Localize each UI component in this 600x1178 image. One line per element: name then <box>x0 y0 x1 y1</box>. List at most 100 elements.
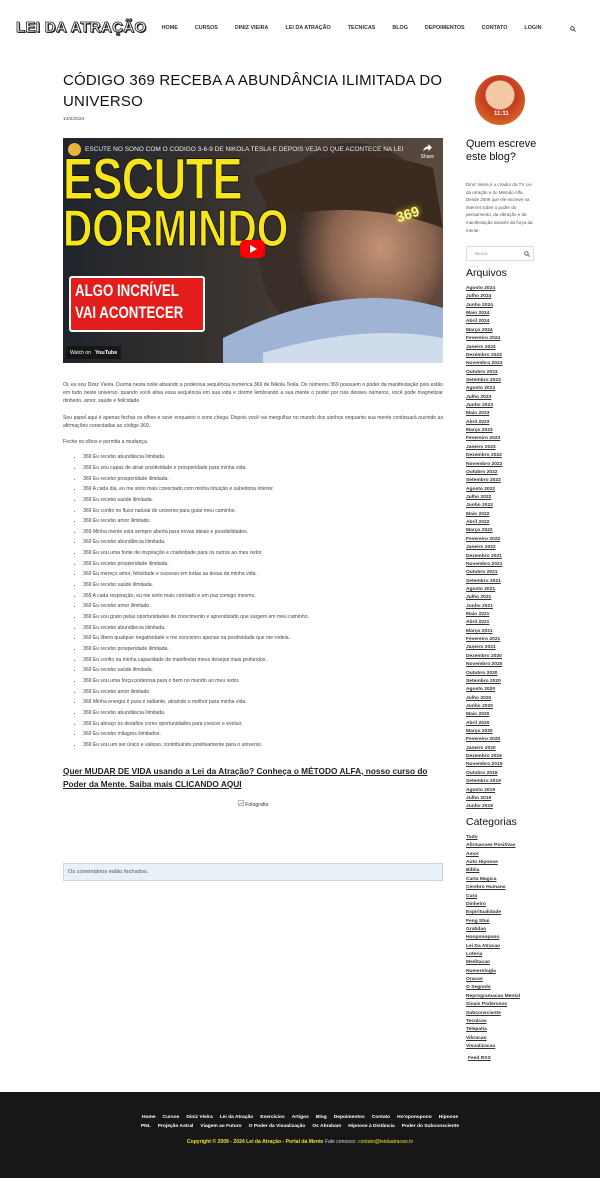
archive-link[interactable]: Janeiro 2022 <box>466 544 502 552</box>
footer-link[interactable]: O Poder da Visualização <box>245 1124 309 1129</box>
share-button[interactable]: Share <box>421 144 434 160</box>
nav-item[interactable]: CURSOS <box>186 25 226 31</box>
category-link[interactable]: Amor <box>466 851 520 859</box>
archive-link[interactable]: Agosto 2020 <box>466 686 502 694</box>
archive-link[interactable]: Março 2021 <box>466 628 502 636</box>
archive-link[interactable]: Agosto 2024 <box>466 285 502 293</box>
archive-link[interactable]: Julho 2023 <box>466 394 502 402</box>
archive-link[interactable]: Novembro 2023 <box>466 360 502 368</box>
category-link[interactable]: Telepatia <box>466 1026 520 1034</box>
archive-link[interactable]: Abril 2024 <box>466 318 502 326</box>
archive-link[interactable]: Setembro 2023 <box>466 377 502 385</box>
archive-link[interactable]: Agosto 2022 <box>466 486 502 494</box>
archive-link[interactable]: Julho 2024 <box>466 293 502 301</box>
category-link[interactable]: Loteria <box>466 951 520 959</box>
archive-link[interactable]: Dezembro 2021 <box>466 553 502 561</box>
archive-link[interactable]: Outubro 2021 <box>466 569 502 577</box>
archive-link[interactable]: Junho 2023 <box>466 402 502 410</box>
category-link[interactable]: O Segredo <box>466 984 520 992</box>
sidebar-search-input[interactable]: Busca <box>466 246 534 261</box>
archive-link[interactable]: Junho 2020 <box>466 703 502 711</box>
footer-link[interactable]: Poder do Subconsciente <box>398 1124 462 1129</box>
footer-link[interactable]: Home <box>138 1115 159 1120</box>
archive-link[interactable]: Agosto 2021 <box>466 586 502 594</box>
category-link[interactable]: Subconsciente <box>466 1010 520 1018</box>
play-button[interactable] <box>240 240 265 258</box>
category-link[interactable]: Espiritualidade <box>466 909 520 917</box>
archive-link[interactable]: Abril 2021 <box>466 619 502 627</box>
archive-link[interactable]: Fevereiro 2021 <box>466 636 502 644</box>
category-link[interactable]: Oracao <box>466 976 520 984</box>
nav-item[interactable]: Home <box>153 25 186 31</box>
archive-link[interactable]: Outubro 2019 <box>466 770 502 778</box>
archive-link[interactable]: Julho 2019 <box>466 795 502 803</box>
category-link[interactable]: Feng Shui <box>466 918 520 926</box>
archive-link[interactable]: Setembro 2020 <box>466 678 502 686</box>
nav-item[interactable]: LOGIN <box>516 25 550 31</box>
archive-link[interactable]: Abril 2022 <box>466 519 502 527</box>
archive-link[interactable]: Junho 2021 <box>466 603 502 611</box>
footer-link[interactable]: Artigos <box>288 1115 312 1120</box>
archive-link[interactable]: Fevereiro 2023 <box>466 435 502 443</box>
footer-link[interactable]: Projeção Astral <box>154 1124 197 1129</box>
archive-link[interactable]: Novembro 2019 <box>466 761 502 769</box>
category-link[interactable]: Biblia <box>466 867 520 875</box>
category-link[interactable]: Hooponopono <box>466 934 520 942</box>
footer-link[interactable]: Contato <box>368 1115 393 1120</box>
category-link[interactable]: Auto Hipnose <box>466 859 520 867</box>
category-link[interactable]: Lei Da Atracao <box>466 943 520 951</box>
archive-link[interactable]: Julho 2022 <box>466 494 502 502</box>
archive-link[interactable]: Janeiro 2024 <box>466 344 502 352</box>
archive-link[interactable]: Fevereiro 2020 <box>466 736 502 744</box>
archive-link[interactable]: Maio 2022 <box>466 511 502 519</box>
archive-link[interactable]: Junho 2019 <box>466 803 502 811</box>
archive-link[interactable]: Janeiro 2020 <box>466 745 502 753</box>
archive-link[interactable]: Novembro 2022 <box>466 461 502 469</box>
archive-link[interactable]: Outubro 2020 <box>466 670 502 678</box>
nav-item[interactable]: BLOG <box>384 25 417 31</box>
category-link[interactable]: Dinheiro <box>466 901 520 909</box>
archive-link[interactable]: Maio 2020 <box>466 711 502 719</box>
footer-link[interactable]: Ho'oponopono <box>394 1115 436 1120</box>
archive-link[interactable]: Julho 2020 <box>466 695 502 703</box>
category-link[interactable]: Meditacao <box>466 959 520 967</box>
category-link[interactable]: Carta Magica <box>466 876 520 884</box>
archive-link[interactable]: Setembro 2019 <box>466 778 502 786</box>
archive-link[interactable]: Março 2020 <box>466 728 502 736</box>
archive-link[interactable]: Junho 2024 <box>466 302 502 310</box>
footer-link[interactable]: PNL <box>137 1124 154 1129</box>
site-logo[interactable]: LEI DA ATRAÇÃO <box>16 19 147 37</box>
category-link[interactable]: Cerebro Humano <box>466 884 520 892</box>
archive-link[interactable]: Março 2023 <box>466 427 502 435</box>
archive-link[interactable]: Janeiro 2023 <box>466 444 502 452</box>
archive-link[interactable]: Dezembro 2023 <box>466 352 502 360</box>
archive-link[interactable]: Julho 2021 <box>466 594 502 602</box>
archive-link[interactable]: Novembro 2020 <box>466 661 502 669</box>
footer-link[interactable]: Exercícios <box>257 1115 288 1120</box>
nav-item[interactable]: LEI DA ATRAÇÃO <box>277 25 339 31</box>
archive-link[interactable]: Maio 2021 <box>466 611 502 619</box>
footer-link[interactable]: Hipnose <box>435 1115 461 1120</box>
contact-email-link[interactable]: contato@leidaatracao.tv <box>358 1139 413 1145</box>
archive-link[interactable]: Junho 2022 <box>466 502 502 510</box>
footer-link[interactable]: Lei da Atração <box>216 1115 257 1120</box>
category-link[interactable]: Sinais Poderosos <box>466 1001 520 1009</box>
category-link[interactable]: Afirmacoes Positivas <box>466 842 520 850</box>
archive-link[interactable]: Maio 2024 <box>466 310 502 318</box>
category-link[interactable]: Tecnicas <box>466 1018 520 1026</box>
category-link[interactable]: Gratidao <box>466 926 520 934</box>
footer-link[interactable]: Diniz Vieira <box>183 1115 216 1120</box>
archive-link[interactable]: Dezembro 2020 <box>466 653 502 661</box>
archive-link[interactable]: Outubro 2022 <box>466 469 502 477</box>
search-icon[interactable] <box>570 26 576 32</box>
nav-item[interactable]: DINIZ VIEIRA <box>226 25 277 31</box>
footer-link[interactable]: Cursos <box>159 1115 183 1120</box>
search-icon[interactable] <box>524 251 530 257</box>
archive-link[interactable]: Dezembro 2022 <box>466 452 502 460</box>
archive-link[interactable]: Agosto 2023 <box>466 385 502 393</box>
course-cta-link[interactable]: Quer MUDAR DE VIDA usando a Lei da Atraç… <box>63 765 443 791</box>
archive-link[interactable]: Março 2022 <box>466 527 502 535</box>
footer-link[interactable]: Viagem ao Futuro <box>197 1124 245 1129</box>
archive-link[interactable]: Abril 2023 <box>466 419 502 427</box>
category-link[interactable]: Vibracao <box>466 1035 520 1043</box>
